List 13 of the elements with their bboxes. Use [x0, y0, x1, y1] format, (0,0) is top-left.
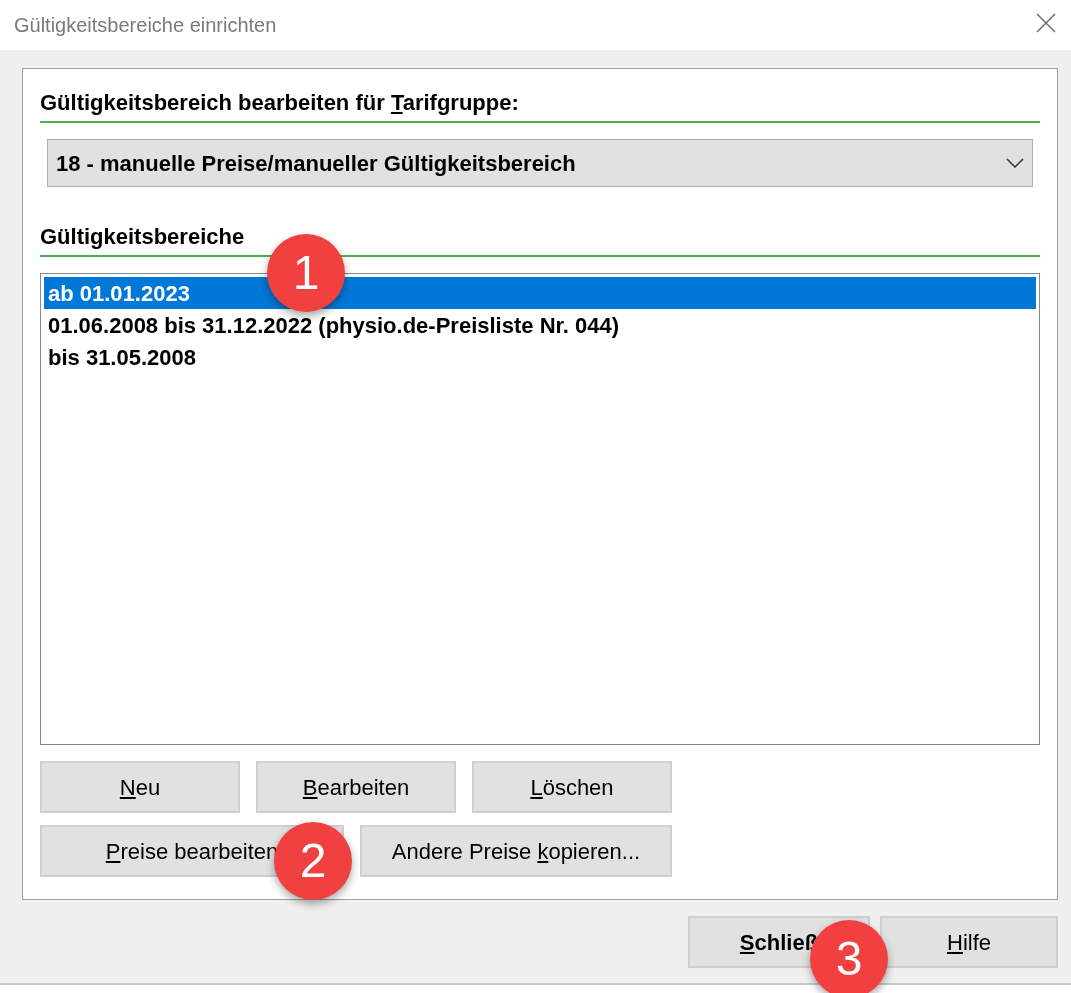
close-icon[interactable]	[1035, 12, 1057, 34]
action-button[interactable]: Neu	[40, 761, 240, 813]
chevron-down-icon	[1006, 158, 1024, 168]
window-title: Gültigkeitsbereiche einrichten	[14, 13, 277, 38]
tarif-dropdown[interactable]: 18 - manuelle Preise/manueller Gültigkeitsbereich	[47, 139, 1033, 187]
action-button[interactable]: Andere Preise kopieren...	[360, 825, 672, 877]
tarif-label: Gültigkeitsbereich bearbeiten für Tarifgruppe:	[40, 89, 520, 117]
list-item[interactable]: 01.06.2008 bis 31.12.2022 (physio.de-Preisliste Nr. 044)	[44, 309, 1036, 341]
list-item[interactable]: bis 31.05.2008	[44, 341, 1036, 373]
action-button[interactable]: Löschen	[472, 761, 672, 813]
ranges-label: Gültigkeitsbereiche	[40, 223, 246, 251]
dialog-button[interactable]: Hilfe	[880, 916, 1058, 968]
action-button[interactable]: Bearbeiten	[256, 761, 456, 813]
